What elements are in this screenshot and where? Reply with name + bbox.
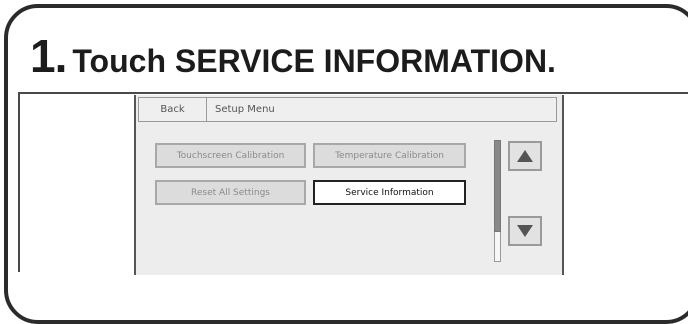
triangle-down-icon: [517, 225, 533, 237]
touchscreen-calibration-button[interactable]: Touchscreen Calibration: [155, 143, 306, 168]
temperature-calibration-button[interactable]: Temperature Calibration: [313, 143, 466, 168]
back-button[interactable]: Back: [139, 98, 207, 121]
screen-title: Setup Menu: [215, 104, 275, 115]
scroll-up-button[interactable]: [508, 141, 542, 171]
step-heading: 1. Touch SERVICE INFORMATION.: [30, 30, 556, 82]
scroll-down-button[interactable]: [508, 216, 542, 246]
step-number: 1.: [30, 30, 67, 82]
scrollbar-thumb[interactable]: [494, 140, 501, 232]
screen-header: Back Setup Menu: [138, 97, 557, 122]
step-instruction: Touch SERVICE INFORMATION.: [72, 43, 556, 79]
reset-all-settings-button[interactable]: Reset All Settings: [155, 180, 306, 205]
service-information-button[interactable]: Service Information: [313, 180, 466, 205]
triangle-up-icon: [517, 150, 533, 162]
